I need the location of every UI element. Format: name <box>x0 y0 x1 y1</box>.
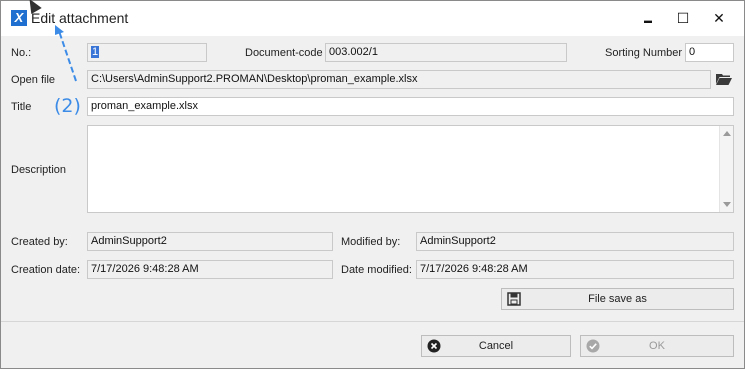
document-code-field[interactable]: 003.002/1 <box>325 43 567 62</box>
app-icon: X <box>11 10 27 26</box>
description-label: Description <box>11 164 67 176</box>
document-code-label: Document-code <box>245 47 323 59</box>
no-field[interactable]: 1 <box>87 43 207 62</box>
description-scrollbar[interactable] <box>719 126 733 212</box>
cancel-button[interactable]: Cancel <box>421 335 571 357</box>
cancel-label: Cancel <box>478 340 514 352</box>
folder-open-icon[interactable] <box>716 73 732 85</box>
save-disk-icon <box>507 292 521 306</box>
minimize-button[interactable]: ▬ <box>637 9 659 27</box>
modified-by-label: Modified by: <box>341 236 401 248</box>
no-label: No.: <box>11 47 32 59</box>
step-annotation: (2) <box>54 95 81 117</box>
scroll-down-icon[interactable] <box>723 202 731 207</box>
maximize-button[interactable]: ☐ <box>672 9 694 27</box>
sorting-number-label: Sorting Number <box>605 47 683 59</box>
title-label: Title <box>11 101 32 113</box>
created-by-field[interactable]: AdminSupport2 <box>87 232 333 251</box>
edit-attachment-dialog: X Edit attachment ▬ ☐ ✕ No.: 1 Document-… <box>0 0 745 369</box>
creation-date-field[interactable]: 7/17/2026 9:48:28 AM <box>87 260 333 279</box>
scroll-up-icon[interactable] <box>723 131 731 136</box>
description-textarea[interactable] <box>87 125 734 213</box>
maximize-icon: ☐ <box>676 10 690 26</box>
sorting-number-field[interactable]: 0 <box>685 43 734 62</box>
open-file-field[interactable]: C:\Users\AdminSupport2.PROMAN\Desktop\pr… <box>87 70 711 89</box>
ok-label: OK <box>649 340 665 352</box>
created-by-label: Created by: <box>11 236 68 248</box>
creation-date-label: Creation date: <box>11 264 81 276</box>
date-modified-label: Date modified: <box>341 264 412 276</box>
date-modified-field[interactable]: 7/17/2026 9:48:28 AM <box>416 260 734 279</box>
title-bar[interactable]: X Edit attachment ▬ ☐ ✕ <box>1 0 744 36</box>
file-save-as-label: File save as <box>588 293 647 305</box>
modified-by-field[interactable]: AdminSupport2 <box>416 232 734 251</box>
file-save-as-button[interactable]: File save as <box>501 288 734 310</box>
cancel-circle-icon <box>427 339 441 353</box>
open-file-label: Open file <box>11 74 56 86</box>
minimize-icon: ▬ <box>644 16 652 25</box>
no-value: 1 <box>91 46 100 58</box>
check-circle-icon <box>586 339 600 353</box>
close-icon: ✕ <box>713 10 725 26</box>
ok-button[interactable]: OK <box>580 335 734 357</box>
footer-divider <box>1 321 744 322</box>
title-field[interactable]: proman_example.xlsx <box>87 97 734 116</box>
close-button[interactable]: ✕ <box>708 9 730 27</box>
